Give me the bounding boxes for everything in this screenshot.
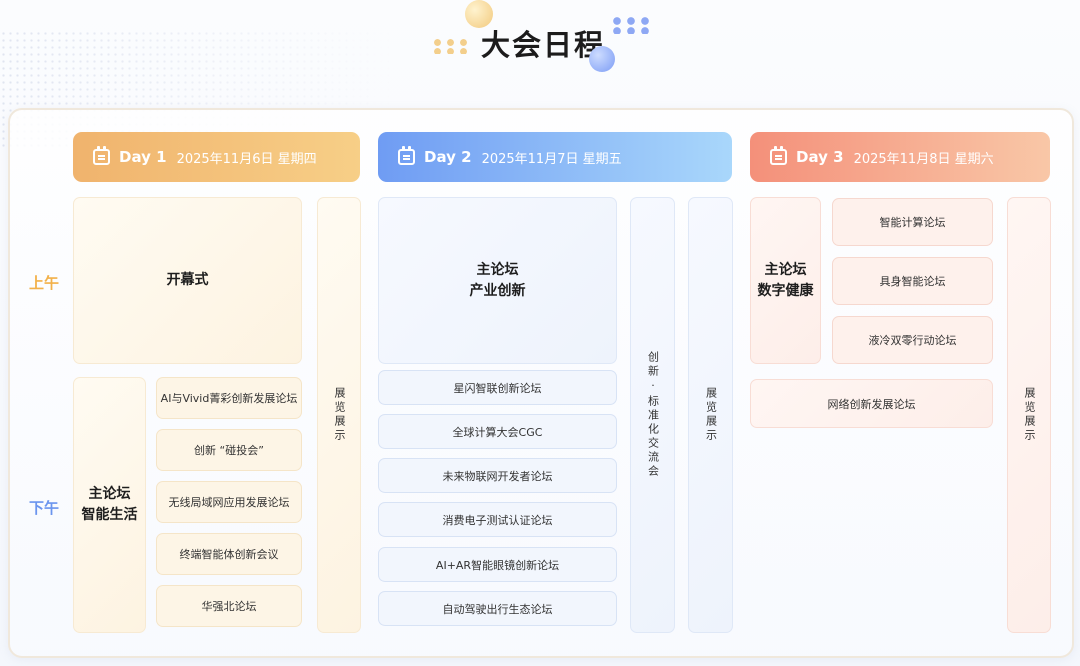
calendar-icon: [770, 146, 787, 165]
exhibition-label: 展览展示: [704, 387, 718, 443]
main-forum-subtitle: 智能生活: [81, 507, 138, 523]
calendar-icon: [398, 146, 415, 165]
day1-opening-ceremony[interactable]: 开幕式: [73, 197, 302, 364]
day2-forum-item[interactable]: AI+AR智能眼镜创新论坛: [378, 547, 617, 582]
day2-date: 2025年11月7日 星期五: [481, 151, 622, 167]
day1-forum-item[interactable]: 终端智能体创新会议: [156, 533, 302, 575]
day2-forum-item[interactable]: 消费电子测试认证论坛: [378, 502, 617, 537]
day1-label: Day 1: [119, 148, 167, 166]
day1-date: 2025年11月6日 星期四: [176, 151, 317, 167]
morning-label: 上午: [29, 274, 60, 292]
afternoon-label: 下午: [29, 499, 60, 517]
main-forum-title: 主论坛: [476, 261, 519, 278]
day1-forum-item[interactable]: 华强北论坛: [156, 585, 302, 627]
standards-meeting-label: 创新·标准化交流会: [646, 351, 660, 479]
day2-exhibition[interactable]: 展览展示: [688, 197, 733, 633]
day1-header: Day 1 2025年11月6日 星期四: [73, 132, 360, 182]
day3-forum-item[interactable]: 智能计算论坛: [832, 198, 993, 246]
day2-label: Day 2: [424, 148, 472, 166]
exhibition-label: 展览展示: [1023, 387, 1036, 443]
blue-dots-decoration: [610, 16, 652, 34]
day1-exhibition[interactable]: 展览展示: [317, 197, 361, 633]
day2-main-forum[interactable]: 主论坛 产业创新: [378, 197, 617, 364]
day3-label: Day 3: [796, 148, 844, 166]
day2-standards-meeting[interactable]: 创新·标准化交流会: [630, 197, 675, 633]
day2-forum-item[interactable]: 自动驾驶出行生态论坛: [378, 591, 617, 626]
day3-header: Day 3 2025年11月8日 星期六: [750, 132, 1050, 182]
main-forum-subtitle: 产业创新: [469, 282, 526, 299]
day3-forum-item[interactable]: 具身智能论坛: [832, 257, 993, 305]
day3-date: 2025年11月8日 星期六: [853, 151, 994, 167]
day2-forum-item[interactable]: 星闪智联创新论坛: [378, 370, 617, 405]
main-forum-title: 主论坛: [88, 486, 131, 502]
day1-forum-item[interactable]: 创新 “碰投会”: [156, 429, 302, 471]
day2-header: Day 2 2025年11月7日 星期五: [378, 132, 732, 182]
main-forum-title: 主论坛: [764, 261, 807, 278]
day3-forum-item[interactable]: 液冷双零行动论坛: [832, 316, 993, 364]
day2-forum-item[interactable]: 全球计算大会CGC: [378, 414, 617, 449]
calendar-icon: [93, 146, 110, 165]
day3-main-forum[interactable]: 主论坛 数字健康: [750, 197, 821, 364]
main-forum-subtitle: 数字健康: [757, 282, 814, 299]
day1-forum-item[interactable]: AI与Vivid菁彩创新发展论坛: [156, 377, 302, 419]
page-title: 大会日程: [481, 28, 606, 62]
exhibition-label: 展览展示: [333, 387, 346, 443]
day3-exhibition[interactable]: 展览展示: [1007, 197, 1051, 633]
day2-forum-item[interactable]: 未来物联网开发者论坛: [378, 458, 617, 493]
day3-network-forum[interactable]: 网络创新发展论坛: [750, 379, 993, 428]
day1-main-forum[interactable]: 主论坛 智能生活: [73, 377, 146, 633]
title-area: 大会日程: [0, 0, 1080, 90]
blue-circle-decoration: [589, 46, 615, 72]
day1-forum-item[interactable]: 无线局域网应用发展论坛: [156, 481, 302, 523]
gold-dots-decoration: [431, 38, 471, 54]
